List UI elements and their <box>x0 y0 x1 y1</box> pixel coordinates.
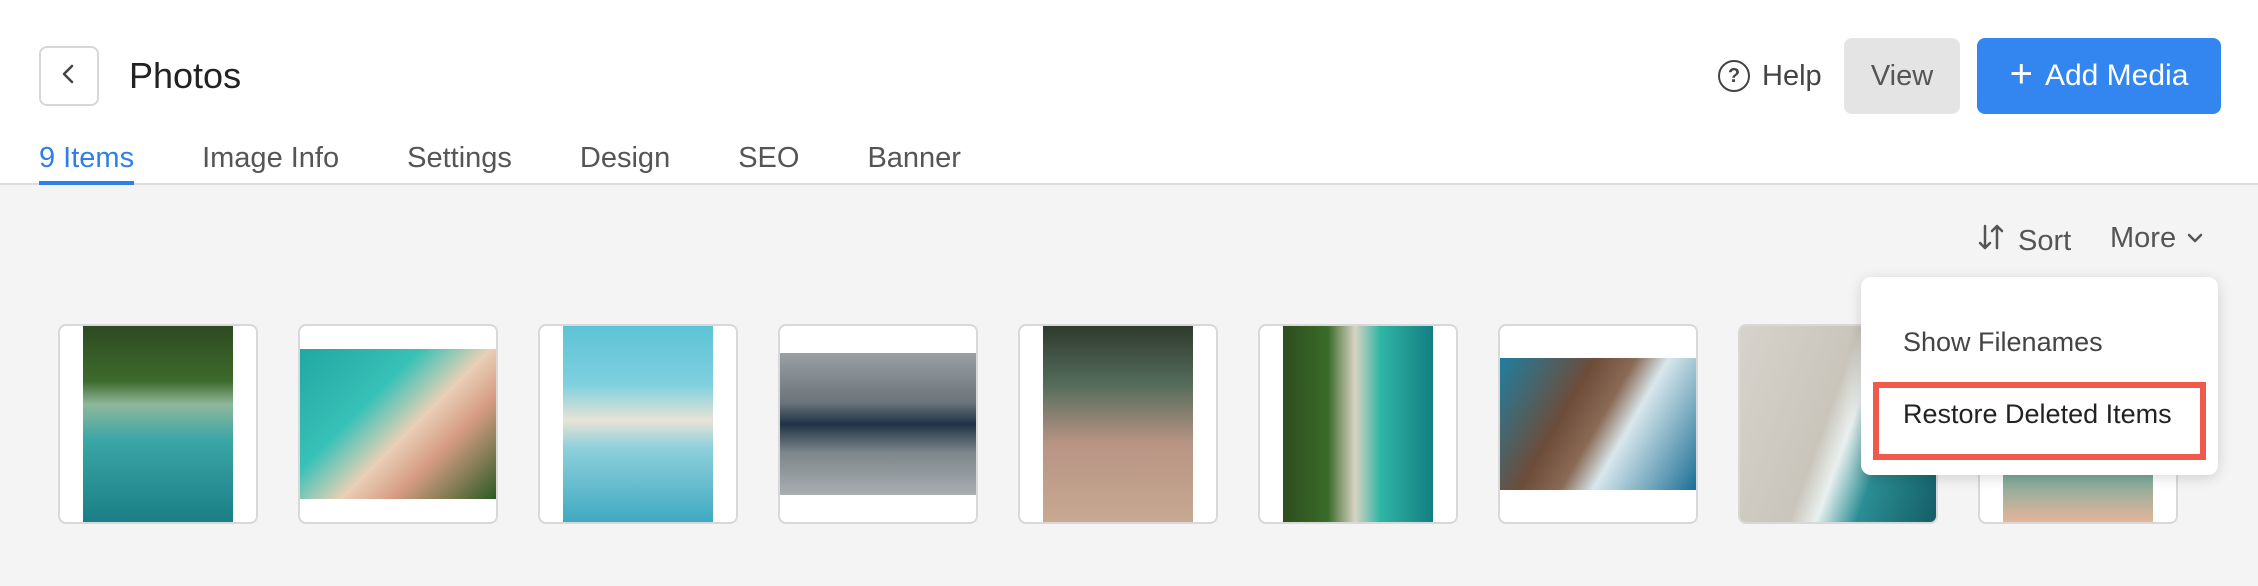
page-title: Photos <box>129 55 242 96</box>
media-item[interactable] <box>1258 324 1458 524</box>
tab-banner[interactable]: Banner <box>867 140 961 184</box>
more-button[interactable]: More <box>2110 222 2204 255</box>
tab-image-info[interactable]: Image Info <box>202 140 339 184</box>
more-label: More <box>2110 222 2177 254</box>
tab-design[interactable]: Design <box>580 140 670 184</box>
photo-thumbnail <box>780 353 976 495</box>
more-dropdown-menu: Show Filenames Restore Deleted Items <box>1861 277 2218 475</box>
media-item[interactable] <box>1018 324 1218 524</box>
sort-label: Sort <box>2018 224 2072 257</box>
photo-thumbnail <box>1500 358 1696 490</box>
menu-item-show-filenames[interactable]: Show Filenames <box>1903 327 2103 358</box>
tab-items[interactable]: 9 Items <box>39 140 135 185</box>
help-circle-icon: ? <box>1718 60 1750 92</box>
add-media-label: Add Media <box>2044 59 2189 92</box>
top-bar: Photos ? Help View + Add Media 9 Items I… <box>0 0 2258 185</box>
add-media-button[interactable]: + Add Media <box>1977 38 2221 114</box>
sort-button[interactable]: Sort <box>1976 222 2071 260</box>
photo-thumbnail <box>563 326 713 522</box>
back-arrow-icon <box>57 62 81 91</box>
view-button[interactable]: View <box>1844 38 1960 114</box>
photo-thumbnail <box>1043 326 1193 522</box>
help-label: Help <box>1762 59 1822 92</box>
menu-item-restore-deleted-items[interactable]: Restore Deleted Items <box>1903 399 2172 430</box>
chevron-down-icon <box>2186 222 2204 255</box>
media-item[interactable] <box>778 324 978 524</box>
tab-seo[interactable]: SEO <box>738 140 799 184</box>
plus-icon: + <box>2009 52 2033 96</box>
tab-settings[interactable]: Settings <box>407 140 512 184</box>
media-item[interactable] <box>538 324 738 524</box>
media-item[interactable] <box>298 324 498 524</box>
photo-thumbnail <box>83 326 233 522</box>
photo-thumbnail <box>300 349 496 499</box>
media-item[interactable] <box>1498 324 1698 524</box>
photo-thumbnail <box>1283 326 1433 522</box>
help-link[interactable]: ? Help <box>1718 56 1822 96</box>
sort-arrows-icon <box>1976 222 2006 260</box>
back-button[interactable] <box>39 46 99 106</box>
media-item[interactable] <box>58 324 258 524</box>
tab-bar: 9 Items Image Info Settings Design SEO B… <box>39 140 961 185</box>
media-grid <box>58 324 2178 524</box>
